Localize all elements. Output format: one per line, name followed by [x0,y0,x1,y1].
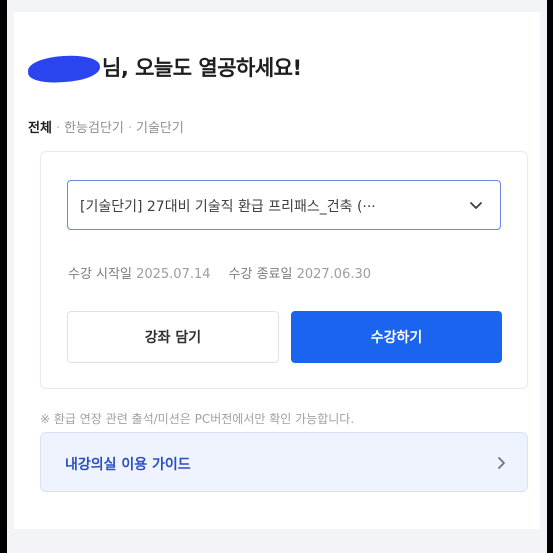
crumb-hangeomdangi[interactable]: 한능검단기 [64,121,124,136]
start-date-label: 수강 시작일 [68,267,132,282]
guide-label: 내강의실 이용 가이드 [65,457,191,473]
chevron-right-icon [498,457,505,469]
add-to-cart-button[interactable]: 강좌 담기 [67,311,279,363]
classroom-guide-link[interactable]: 내강의실 이용 가이드 [40,432,528,492]
category-breadcrumb: 전체 · 한능검단기 · 기술단기 [28,117,184,136]
course-dates: 수강 시작일 2025.07.14 수강 종료일 2027.06.30 [68,263,371,282]
course-card: [기술단기] 27대비 기술직 환급 프리패스_건축 (··· 수강 시작일 2… [40,151,528,389]
enroll-button[interactable]: 수강하기 [291,311,502,363]
crumb-gisuldangi[interactable]: 기술단기 [136,121,184,136]
greeting: 님, 오늘도 열공하세요! [27,52,302,84]
greeting-text: 님, 오늘도 열공하세요! [102,56,302,80]
screen: 님, 오늘도 열공하세요! 전체 · 한능검단기 · 기술단기 [기술단기] 27대비 … [7,0,547,553]
refund-notice: ※ 환급 연장 관련 출석/미션은 PC버전에서만 확인 가능합니다. [40,412,355,426]
main-panel: 님, 오늘도 열공하세요! 전체 · 한능검단기 · 기술단기 [기술단기] 27대비 … [14,12,540,529]
course-select-value: [기술단기] 27대비 기술직 환급 프리패스_건축 (··· [80,199,376,215]
start-date-value: 2025.07.14 [136,267,211,282]
end-date-label: 수강 종료일 [228,267,293,282]
course-select[interactable]: [기술단기] 27대비 기술직 환급 프리패스_건축 (··· [67,180,501,230]
end-date-value: 2027.06.30 [296,267,372,282]
crumb-all[interactable]: 전체 [28,121,52,136]
chevron-down-icon [470,202,482,209]
separator-dot: · [127,121,133,136]
redacted-username [27,54,101,84]
separator-dot: · [55,121,61,136]
